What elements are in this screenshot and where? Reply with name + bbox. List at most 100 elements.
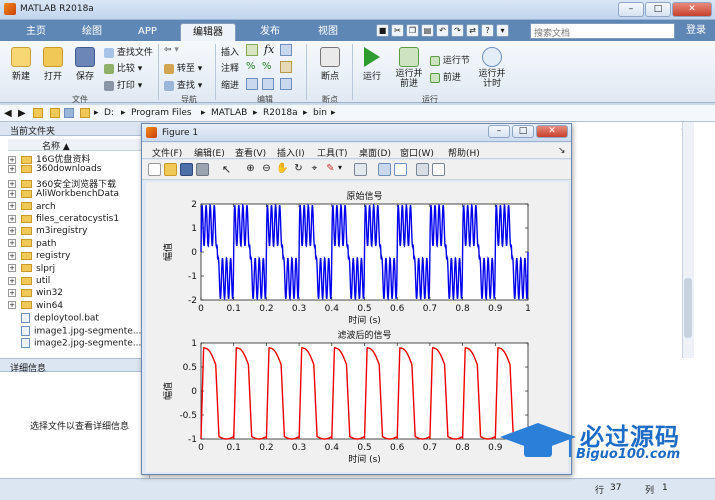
menu-tools[interactable]: 工具(T) — [317, 146, 348, 159]
expand-icon[interactable]: + — [8, 164, 16, 173]
folder-item[interactable]: + slprj — [8, 264, 55, 276]
run-section-button[interactable]: 运行节 — [430, 53, 470, 66]
expand-icon[interactable]: + — [8, 264, 16, 273]
rotate-3d-icon[interactable]: ↻ — [292, 163, 305, 176]
name-column-header[interactable]: 名称 ▲ — [8, 139, 148, 152]
data-cursor-icon[interactable]: ⌖ — [308, 163, 321, 176]
up-folder-icon[interactable] — [33, 108, 43, 118]
breadcrumb-program-files[interactable]: Program Files — [131, 108, 192, 118]
expand-icon[interactable]: + — [8, 202, 16, 211]
minimize-button[interactable]: – — [618, 2, 644, 17]
expand-icon[interactable]: + — [8, 189, 16, 198]
menu-insert[interactable]: 插入(I) — [277, 146, 305, 159]
close-button[interactable]: ✕ — [672, 2, 712, 17]
expand-icon[interactable]: + — [8, 226, 16, 235]
zoom-in-icon[interactable]: ⊕ — [244, 163, 257, 176]
goto-button[interactable]: 转至 ▾ — [164, 61, 202, 74]
comment-button[interactable]: 注释 — [221, 61, 239, 74]
zoom-out-icon[interactable]: ⊖ — [260, 163, 273, 176]
find-files-button[interactable]: 查找文件 — [104, 45, 153, 58]
scrollbar-thumb[interactable] — [684, 278, 692, 338]
breadcrumb-d[interactable]: D: — [104, 108, 114, 118]
forward-nav-icon[interactable]: ▶ — [18, 108, 26, 119]
folder-item[interactable]: + util — [8, 276, 50, 288]
redo-quick-icon[interactable]: ↷ — [451, 24, 464, 37]
paste-quick-icon[interactable]: ▤ — [421, 24, 434, 37]
menu-help[interactable]: 帮助(H) — [448, 146, 480, 159]
figure-minimize-button[interactable]: – — [488, 125, 510, 138]
folder-item[interactable]: + files_ceratocystis1 — [8, 214, 119, 226]
compare-button[interactable]: 比较 ▾ — [104, 61, 142, 74]
tab-home[interactable]: 主页 — [14, 23, 58, 41]
folder-item[interactable]: + AliWorkbenchData — [8, 189, 119, 201]
insert-button[interactable]: 插入 — [221, 45, 239, 58]
cut-quick-icon[interactable]: ✂ — [391, 24, 404, 37]
expand-icon[interactable]: + — [8, 288, 16, 297]
save-quick-icon[interactable]: ■ — [376, 24, 389, 37]
show-plot-tools-icon[interactable] — [432, 163, 445, 176]
insert-colorbar-icon[interactable] — [378, 163, 391, 176]
brush-icon[interactable]: ✎ — [324, 163, 337, 176]
figure-maximize-button[interactable]: □ — [512, 125, 534, 138]
hide-plot-tools-icon[interactable] — [416, 163, 429, 176]
comment-percent-icon[interactable]: % — [246, 61, 256, 72]
new-figure-icon[interactable] — [148, 163, 161, 176]
folder-item[interactable]: + arch — [8, 202, 56, 214]
menu-file[interactable]: 文件(F) — [152, 146, 182, 159]
switch-window-icon[interactable]: ⇄ — [466, 24, 479, 37]
uncomment-percent-icon[interactable]: % — [262, 61, 272, 72]
outdent-icon[interactable] — [280, 78, 292, 90]
expand-icon[interactable]: + — [8, 214, 16, 223]
open-file-icon[interactable] — [164, 163, 177, 176]
fx-icon[interactable]: fx — [264, 43, 274, 56]
search-folder-icon[interactable] — [64, 108, 74, 118]
file-item[interactable]: deploytool.bat — [8, 313, 99, 325]
run-time-button[interactable]: 运行并 计时 — [476, 47, 508, 89]
brush-dropdown-icon[interactable]: ▾ — [338, 163, 351, 176]
pan-hand-icon[interactable]: ✋ — [276, 163, 289, 176]
expand-icon[interactable]: + — [8, 239, 16, 248]
menu-desktop[interactable]: 桌面(D) — [359, 146, 391, 159]
tab-apps[interactable]: APP — [126, 23, 169, 41]
expand-icon[interactable]: + — [8, 180, 16, 189]
breadcrumb-bin[interactable]: bin — [313, 108, 327, 118]
find-button[interactable]: 查找 ▾ — [164, 78, 202, 91]
figure-close-button[interactable]: ✕ — [536, 125, 568, 138]
breadcrumb-r2018a[interactable]: R2018a — [263, 108, 298, 118]
insert-section-icon[interactable] — [246, 44, 258, 56]
open-button[interactable]: 打开 — [38, 47, 68, 82]
file-item[interactable]: image1.jpg-segmente... — [8, 325, 141, 338]
save-button[interactable]: 保存 — [70, 47, 100, 82]
menu-window[interactable]: 窗口(W) — [400, 146, 434, 159]
menu-dock-icon[interactable]: ↘ — [558, 146, 566, 156]
menu-edit[interactable]: 编辑(E) — [194, 146, 225, 159]
link-plot-icon[interactable] — [354, 163, 367, 176]
copy-quick-icon[interactable]: ❐ — [406, 24, 419, 37]
browse-folder-icon[interactable] — [50, 108, 60, 118]
file-item[interactable]: image2.jpg-segmente... — [8, 338, 141, 350]
search-docs-input[interactable]: 搜索文档 — [530, 23, 675, 39]
advance-button[interactable]: 前进 — [430, 70, 461, 83]
folder-item[interactable]: +360安全浏览器下载 — [8, 177, 116, 190]
insert-legend-icon[interactable] — [394, 163, 407, 176]
folder-item[interactable]: + path — [8, 239, 56, 251]
back-nav-icon[interactable]: ◀ — [4, 108, 12, 119]
run-advance-button[interactable]: 运行并 前进 — [392, 47, 426, 89]
breadcrumb-matlab[interactable]: MATLAB — [211, 108, 247, 118]
maximize-button[interactable]: □ — [645, 2, 671, 17]
expand-icon[interactable]: + — [8, 301, 16, 310]
tab-publish[interactable]: 发布 — [248, 23, 292, 41]
folder-item[interactable]: + win64 — [8, 301, 63, 313]
smart-indent-icon[interactable] — [246, 78, 258, 90]
save-figure-icon[interactable] — [180, 163, 193, 176]
run-button[interactable]: 运行 — [358, 47, 386, 82]
pointer-icon[interactable]: ↖ — [220, 163, 233, 176]
wrap-comments-icon[interactable] — [280, 61, 292, 73]
expand-icon[interactable]: + — [8, 276, 16, 285]
folder-item[interactable]: + m3iregistry — [8, 226, 88, 238]
expand-icon[interactable]: + — [8, 251, 16, 260]
tab-plots[interactable]: 绘图 — [70, 23, 114, 41]
menu-view[interactable]: 查看(V) — [235, 146, 266, 159]
print-button[interactable]: 打印 ▾ — [104, 78, 142, 91]
tab-editor[interactable]: 编辑器 — [180, 23, 236, 41]
